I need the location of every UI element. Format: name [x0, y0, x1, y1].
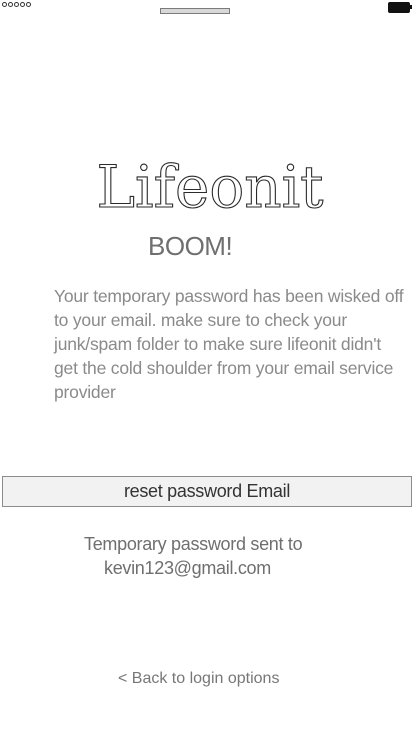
sent-notice-text: Temporary password sent to — [84, 534, 303, 554]
signal-dot — [8, 2, 13, 7]
sent-notice-email: kevin123@gmail.com — [104, 558, 271, 578]
signal-dots-icon — [2, 2, 31, 8]
status-bar — [0, 0, 414, 18]
confirmation-message: Your temporary password has been wisked … — [54, 286, 404, 402]
signal-dot — [14, 2, 19, 7]
reset-button-label: reset password Email — [123, 481, 291, 501]
battery-icon — [388, 2, 410, 13]
speaker-slot — [160, 8, 230, 14]
sent-notice: Temporary password sent to kevin123@gmai… — [82, 532, 342, 580]
signal-dot — [2, 2, 7, 7]
reset-password-email-button[interactable]: reset password Email — [2, 476, 412, 507]
signal-dot — [20, 2, 25, 7]
battery-tip — [410, 5, 412, 9]
back-to-login-link[interactable]: < Back to login options — [118, 668, 279, 690]
page-heading: BOOM! — [148, 231, 233, 261]
signal-dot — [26, 2, 31, 7]
app-logo: Lifeonit — [96, 152, 324, 221]
